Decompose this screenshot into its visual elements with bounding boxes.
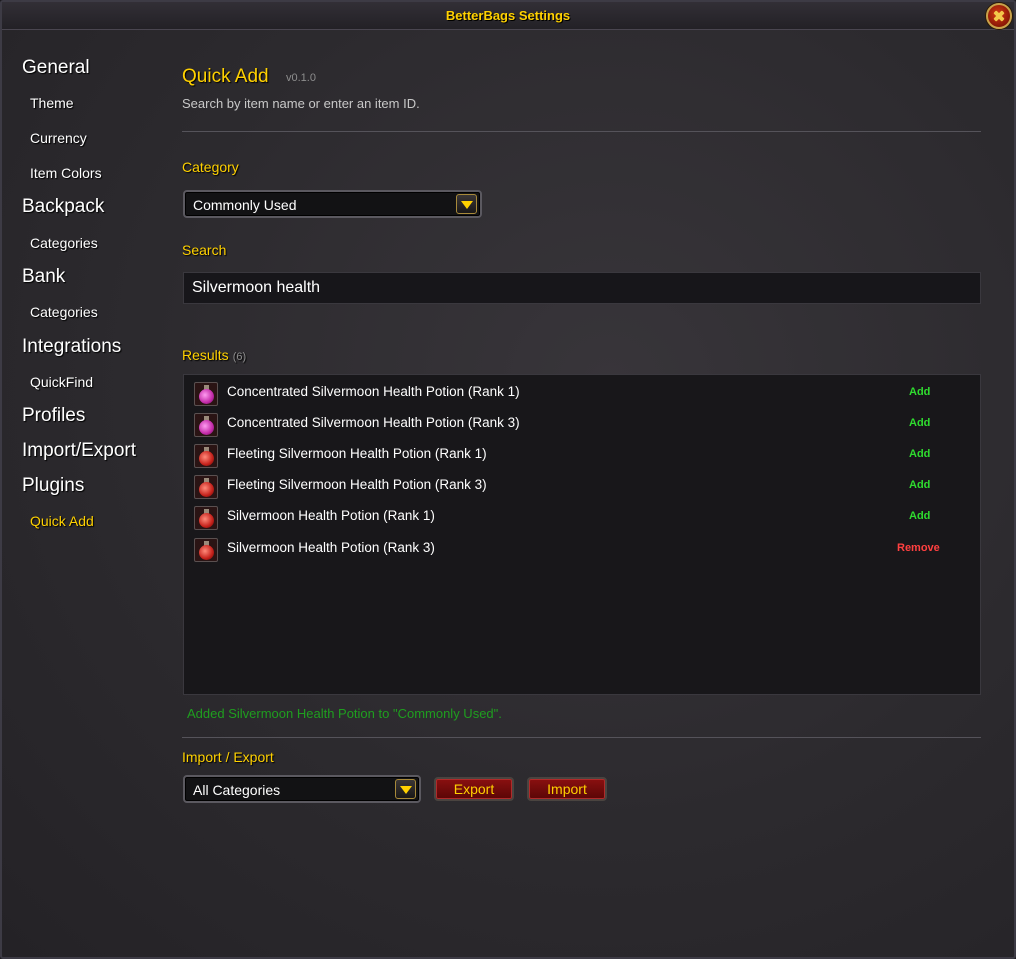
search-field[interactable] [183,272,981,304]
sidebar-item-currency[interactable]: Currency [30,130,87,146]
pink-potion-icon [194,413,218,437]
sidebar-item-backpack[interactable]: Backpack [22,196,104,218]
list-item: Fleeting Silvermoon Health Potion (Rank … [184,471,980,502]
settings-window: BetterBags Settings General Theme Curren… [0,0,1016,959]
item-name: Silvermoon Health Potion (Rank 1) [227,508,435,523]
sidebar-item-bank-categories[interactable]: Categories [30,304,98,320]
category-dropdown[interactable]: Commonly Used [183,190,482,218]
sidebar-item-theme[interactable]: Theme [30,95,74,111]
sidebar-item-plugins[interactable]: Plugins [22,475,84,497]
category-label: Category [182,159,239,175]
import-export-label: Import / Export [182,749,274,765]
chevron-down-icon[interactable] [456,194,477,214]
divider [182,737,981,738]
page-title: Quick Add [182,66,269,87]
results-label: Results (6) [182,347,246,363]
sidebar-item-general[interactable]: General [22,57,90,79]
red-potion-icon [194,506,218,530]
item-name: Concentrated Silvermoon Health Potion (R… [227,384,520,399]
list-item: Silvermoon Health Potion (Rank 1) Add [184,502,980,533]
add-button[interactable]: Add [909,417,930,429]
search-label: Search [182,242,227,258]
list-item: Concentrated Silvermoon Health Potion (R… [184,378,980,409]
remove-button[interactable]: Remove [897,542,940,554]
title-bar[interactable]: BetterBags Settings [2,2,1014,30]
page-subtitle: Search by item name or enter an item ID. [182,96,420,111]
red-potion-icon [194,444,218,468]
add-button[interactable]: Add [909,479,930,491]
list-item: Silvermoon Health Potion (Rank 3) Remove [184,534,980,565]
results-label-text: Results [182,347,229,363]
sidebar-item-integrations[interactable]: Integrations [22,336,121,358]
list-item: Concentrated Silvermoon Health Potion (R… [184,409,980,440]
red-potion-icon [194,475,218,499]
add-button[interactable]: Add [909,386,930,398]
import-export-dropdown-value: All Categories [193,782,281,798]
category-dropdown-value: Commonly Used [193,197,297,213]
item-name: Fleeting Silvermoon Health Potion (Rank … [227,477,487,492]
sidebar-item-import-export[interactable]: Import/Export [22,440,136,462]
add-button[interactable]: Add [909,448,930,460]
import-export-dropdown[interactable]: All Categories [183,775,421,803]
window-title: BetterBags Settings [445,8,571,23]
version-label: v0.1.0 [286,72,316,84]
sidebar-item-bank[interactable]: Bank [22,266,65,288]
add-button[interactable]: Add [909,510,930,522]
item-name: Silvermoon Health Potion (Rank 3) [227,540,435,555]
search-input[interactable] [184,273,980,303]
import-button[interactable]: Import [527,777,607,801]
export-button[interactable]: Export [434,777,514,801]
list-item: Fleeting Silvermoon Health Potion (Rank … [184,440,980,471]
pink-potion-icon [194,382,218,406]
results-count: (6) [232,351,247,363]
item-name: Fleeting Silvermoon Health Potion (Rank … [227,446,487,461]
item-name: Concentrated Silvermoon Health Potion (R… [227,415,520,430]
sidebar-item-backpack-categories[interactable]: Categories [30,235,98,251]
status-message: Added Silvermoon Health Potion to "Commo… [187,706,502,721]
divider [182,131,981,132]
close-icon[interactable] [986,3,1012,29]
sidebar-item-item-colors[interactable]: Item Colors [30,165,102,181]
chevron-down-icon[interactable] [395,779,416,799]
sidebar-item-quickfind[interactable]: QuickFind [30,374,93,390]
sidebar-item-quick-add[interactable]: Quick Add [30,513,94,529]
results-list[interactable]: Concentrated Silvermoon Health Potion (R… [183,374,981,695]
red-potion-icon [194,538,218,562]
sidebar-item-profiles[interactable]: Profiles [22,405,85,427]
